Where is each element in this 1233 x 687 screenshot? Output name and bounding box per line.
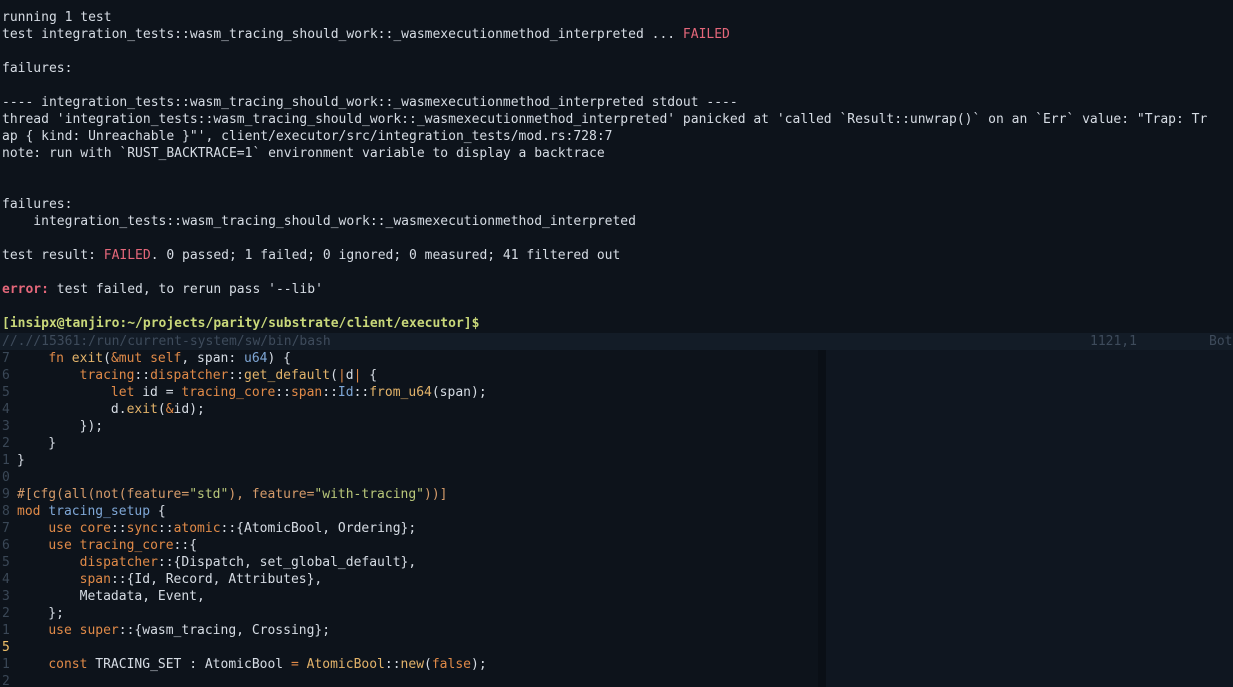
- line-number: 5: [2, 385, 10, 400]
- line-number: 1: [2, 657, 10, 672]
- failed-label: FAILED: [682, 27, 730, 42]
- terminal-text: test result:: [2, 248, 104, 263]
- line-number: 6: [2, 538, 10, 553]
- line-number: 7: [2, 351, 10, 366]
- line-number: 0: [2, 470, 10, 485]
- status-bar: //.//15361:/run/current-system/sw/bin/ba…: [0, 333, 1233, 350]
- line-number: 4: [2, 572, 10, 587]
- failed-label: FAILED: [103, 248, 151, 263]
- error-label: error:: [2, 282, 49, 297]
- terminal-line: failures:: [2, 61, 73, 76]
- line-number: 8: [2, 504, 10, 519]
- line-number: 6: [2, 368, 10, 383]
- terminal-text: . 0 passed; 1 failed; 0 ignored; 0 measu…: [150, 248, 621, 263]
- line-number: 3: [2, 589, 10, 604]
- line-number: 7: [2, 521, 10, 536]
- shell-prompt[interactable]: [insipx@tanjiro:~/projects/parity/substr…: [2, 315, 479, 332]
- line-number: 9: [2, 487, 10, 502]
- pane-divider[interactable]: [818, 350, 826, 687]
- code-editor[interactable]: 7 fn exit(&mut self, span: u64) { 6 trac…: [0, 350, 818, 687]
- terminal-line: ---- integration_tests::wasm_tracing_sho…: [2, 95, 738, 110]
- terminal-output: running 1 test test integration_tests::w…: [0, 0, 1233, 333]
- terminal-line: ap { kind: Unreachable }"', client/execu…: [2, 129, 613, 144]
- cursor-position: 1121,1: [1090, 334, 1137, 349]
- line-number: 4: [2, 402, 10, 417]
- terminal-line: test integration_tests::wasm_tracing_sho…: [2, 26, 730, 43]
- terminal-line: integration_tests::wasm_tracing_should_w…: [2, 214, 636, 229]
- line-number: 2: [2, 606, 10, 621]
- line-number: 2: [2, 436, 10, 451]
- line-number: 5: [2, 555, 10, 570]
- error-line: error: test failed, to rerun pass '--lib…: [2, 281, 323, 298]
- test-result-line: test result: FAILED. 0 passed; 1 failed;…: [2, 247, 620, 264]
- line-number: 1: [2, 453, 10, 468]
- terminal-line: failures:: [2, 197, 73, 212]
- terminal-line: running 1 test: [2, 10, 112, 25]
- empty-editor-pane[interactable]: [826, 350, 1233, 687]
- current-line-number: 5: [2, 640, 10, 655]
- terminal-line: thread 'integration_tests::wasm_tracing_…: [2, 112, 1208, 127]
- line-number: 3: [2, 419, 10, 434]
- scroll-indicator: Bot: [1209, 334, 1233, 349]
- terminal-line: note: run with `RUST_BACKTRACE=1` enviro…: [2, 146, 605, 161]
- terminal-text: test integration_tests::wasm_tracing_sho…: [2, 27, 683, 42]
- line-number: 2: [2, 674, 10, 687]
- terminal-text: test failed, to rerun pass '--lib': [48, 282, 323, 297]
- line-number: 1: [2, 623, 10, 638]
- status-path: //.//15361:/run/current-system/sw/bin/ba…: [2, 334, 331, 349]
